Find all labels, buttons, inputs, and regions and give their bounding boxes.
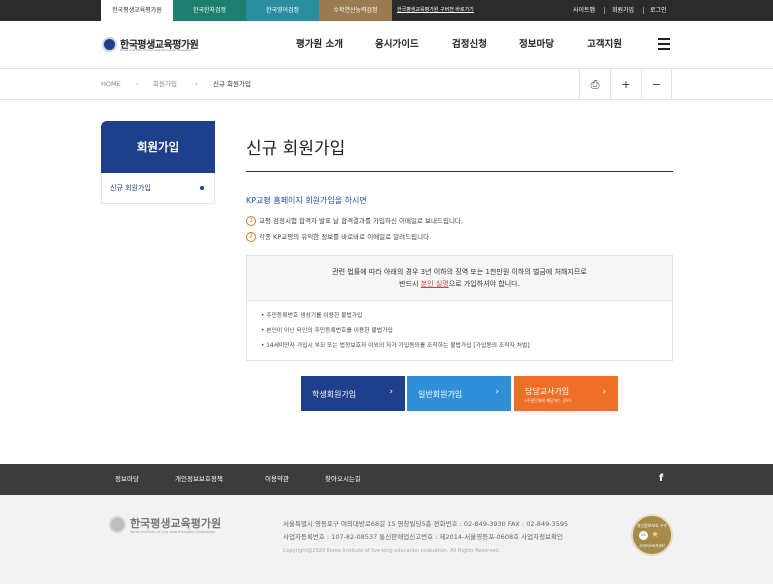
lead-text: KP교평 홈페이지 회원가입을 하시면 [246,196,367,205]
button-label: 학생회원가입 [312,390,357,399]
site-tab-english[interactable]: 한국영어검정 [246,0,319,21]
footer-link-terms[interactable]: 이용약관 [265,464,289,495]
general-signup-button[interactable]: 일반회원가입 › [407,376,511,411]
hamburger-menu-icon[interactable] [658,38,670,50]
lnb-item-label: 신규 회원가입 [110,184,151,192]
certification-seal-icon[interactable]: 개인정보보호 우수 KB ★ 사이버소비자센터 [631,514,673,556]
copyright: Copyright@2020 Korea Institute of live-l… [283,548,501,554]
footer-address: 서울특별시 영등포구 여의대방로68길 15 영창빌딩5층 전화번호 : 02-… [283,520,569,528]
legal-notice-text: 반드시 [399,280,419,288]
seal-text: 사이버소비자센터 [639,544,665,548]
chevron-right-icon: › [136,80,139,88]
breadcrumb-home[interactable]: HOME [101,69,121,100]
active-dot-icon [200,186,204,190]
login-link[interactable]: 로그인 [650,0,667,21]
logo-emblem-icon [109,516,126,533]
legal-notice-text: 으로 가입하셔야 합니다. [448,280,520,288]
legal-notice-header: 관련 법률에 따라 아래의 경우 3년 이하의 징역 또는 1천만원 이하의 벌… [247,256,672,301]
chevron-right-icon: › [602,387,606,397]
seal-text: KB [639,531,648,540]
number-badge: 2 [246,232,256,242]
legal-bullet: • 본인이 아닌 타인의 주민등록번호를 이용한 불법가입 [261,328,393,334]
footer: 한국평생교육평가원 Korea Institute of Live-long E… [0,495,773,584]
page-title: 신규 회원가입 [246,139,346,159]
button-label: 일반회원가입 [418,390,463,399]
top-utility-bar: 한국평생교육평가원 한국한자검정 한국영어검정 수학연산능력검정 한국평생교육평… [0,0,773,21]
logo-emblem-icon [102,37,117,52]
button-label: 담당교사가입 [525,387,570,396]
legal-notice-line2: 반드시 본인 실명으로 가입하셔야 합니다. [247,279,672,289]
footer-link-privacy[interactable]: 개인정보보호정책 [175,464,223,495]
logo-subtitle: Korea Institute of Live-long Education E… [120,48,194,52]
page: 한국평생교육평가원 한국한자검정 한국영어검정 수학연산능력검정 한국평생교육평… [0,0,773,584]
zoom-out-icon[interactable]: − [641,69,672,100]
lnb-item-new-signup[interactable]: 신규 회원가입 [101,173,215,204]
legal-notice-line1: 관련 법률에 따라 아래의 경우 3년 이하의 징역 또는 1천만원 이하의 벌… [332,268,587,276]
gnb-about[interactable]: 평가원 소개 [296,21,343,69]
student-signup-button[interactable]: 학생회원가입 › [301,376,405,411]
real-name-highlight: 본인 실명 [420,280,449,288]
chevron-right-icon: › [195,80,198,88]
divider [643,7,644,14]
gnb-exam-apply[interactable]: 검정신청 [452,21,487,69]
site-tab-math[interactable]: 수학연산능력검정 [319,0,392,21]
site-tab-kiee[interactable]: 한국평생교육평가원 [101,0,173,21]
number-badge: 1 [246,216,256,226]
footer-business-info: 사업자등록번호 : 107-82-08537 통신판매업신고번호 : 제2014… [283,533,563,541]
footer-link-info[interactable]: 정보마당 [115,464,139,495]
teacher-signup-button[interactable]: 담당교사가입 (주관단체에 해당하는 경우) › [514,376,618,411]
legal-bullet-text: 주민등록번호 생성기를 이용한 불법가입 [266,313,363,319]
gnb-exam-guide[interactable]: 응시가이드 [375,21,419,69]
footer-nav: 정보마당 개인정보보호정책 이용약관 찾아오시는길 f [0,464,773,495]
title-divider [246,171,673,172]
site-tab-hanja[interactable]: 한국한자검정 [173,0,246,21]
header: 한국평생교육평가원 Korea Institute of Live-long E… [0,21,773,69]
legal-bullet-text: 본인이 아닌 타인의 주민등록번호를 이용한 불법가입 [266,328,393,334]
chevron-right-icon: › [389,387,393,397]
legal-bullet: • 주민등록번호 생성기를 이용한 불법가입 [261,313,363,319]
breadcrumb: HOME › 회원가입 › 신규 회원가입 ⎙ + − [0,69,773,100]
gnb-info[interactable]: 정보마당 [519,21,554,69]
breadcrumb-current: 신규 회원가입 [213,80,251,88]
footer-link-directions[interactable]: 찾아오시는길 [325,464,361,495]
signup-link[interactable]: 회원가입 [612,0,634,21]
benefit-text: 교평 검정시험 합격자 발표 날 합격결과를 가입하신 이메일로 보내드립니다. [259,217,463,225]
zoom-in-icon[interactable]: + [610,69,641,100]
sitemap-link[interactable]: 사이트맵 [573,0,595,21]
button-sublabel: (주관단체에 해당하는 경우) [525,398,572,403]
benefit-item: 2 각종 KP교평의 유익한 정보를 바로바로 이메일로 알려드립니다. [246,232,431,243]
benefit-text: 각종 KP교평의 유익한 정보를 바로바로 이메일로 알려드립니다. [259,233,432,241]
legal-bullet: • 14세미만자 가입시 부모 또는 법정보호자 이외의 자가 가입동의를 조작… [261,343,530,349]
footer-logo-subtitle: Korea Institute of Live-long Education E… [130,530,216,534]
facebook-icon[interactable]: f [659,473,663,484]
print-icon[interactable]: ⎙ [579,69,610,100]
star-icon: ★ [651,530,660,540]
chevron-right-icon: › [495,387,499,397]
divider [604,7,605,14]
gnb-support[interactable]: 고객지원 [587,21,622,69]
lnb-title: 회원가입 [101,121,215,173]
old-version-link[interactable]: 한국평생교육평가원 구버전 바로가기 [397,0,474,21]
seal-text: 개인정보보호 우수 [636,523,668,528]
benefit-item: 1 교평 검정시험 합격자 발표 날 합격결과를 가입하신 이메일로 보내드립니다… [246,216,463,227]
breadcrumb-signup[interactable]: 회원가입 [153,69,177,100]
legal-notice-box: 관련 법률에 따라 아래의 경우 3년 이하의 징역 또는 1천만원 이하의 벌… [246,255,673,361]
footer-logo-name: 한국평생교육평가원 [130,517,222,530]
legal-bullet-text: 14세미만자 가입시 부모 또는 법정보호자 이외의 자가 가입동의를 조작하는… [266,343,530,349]
